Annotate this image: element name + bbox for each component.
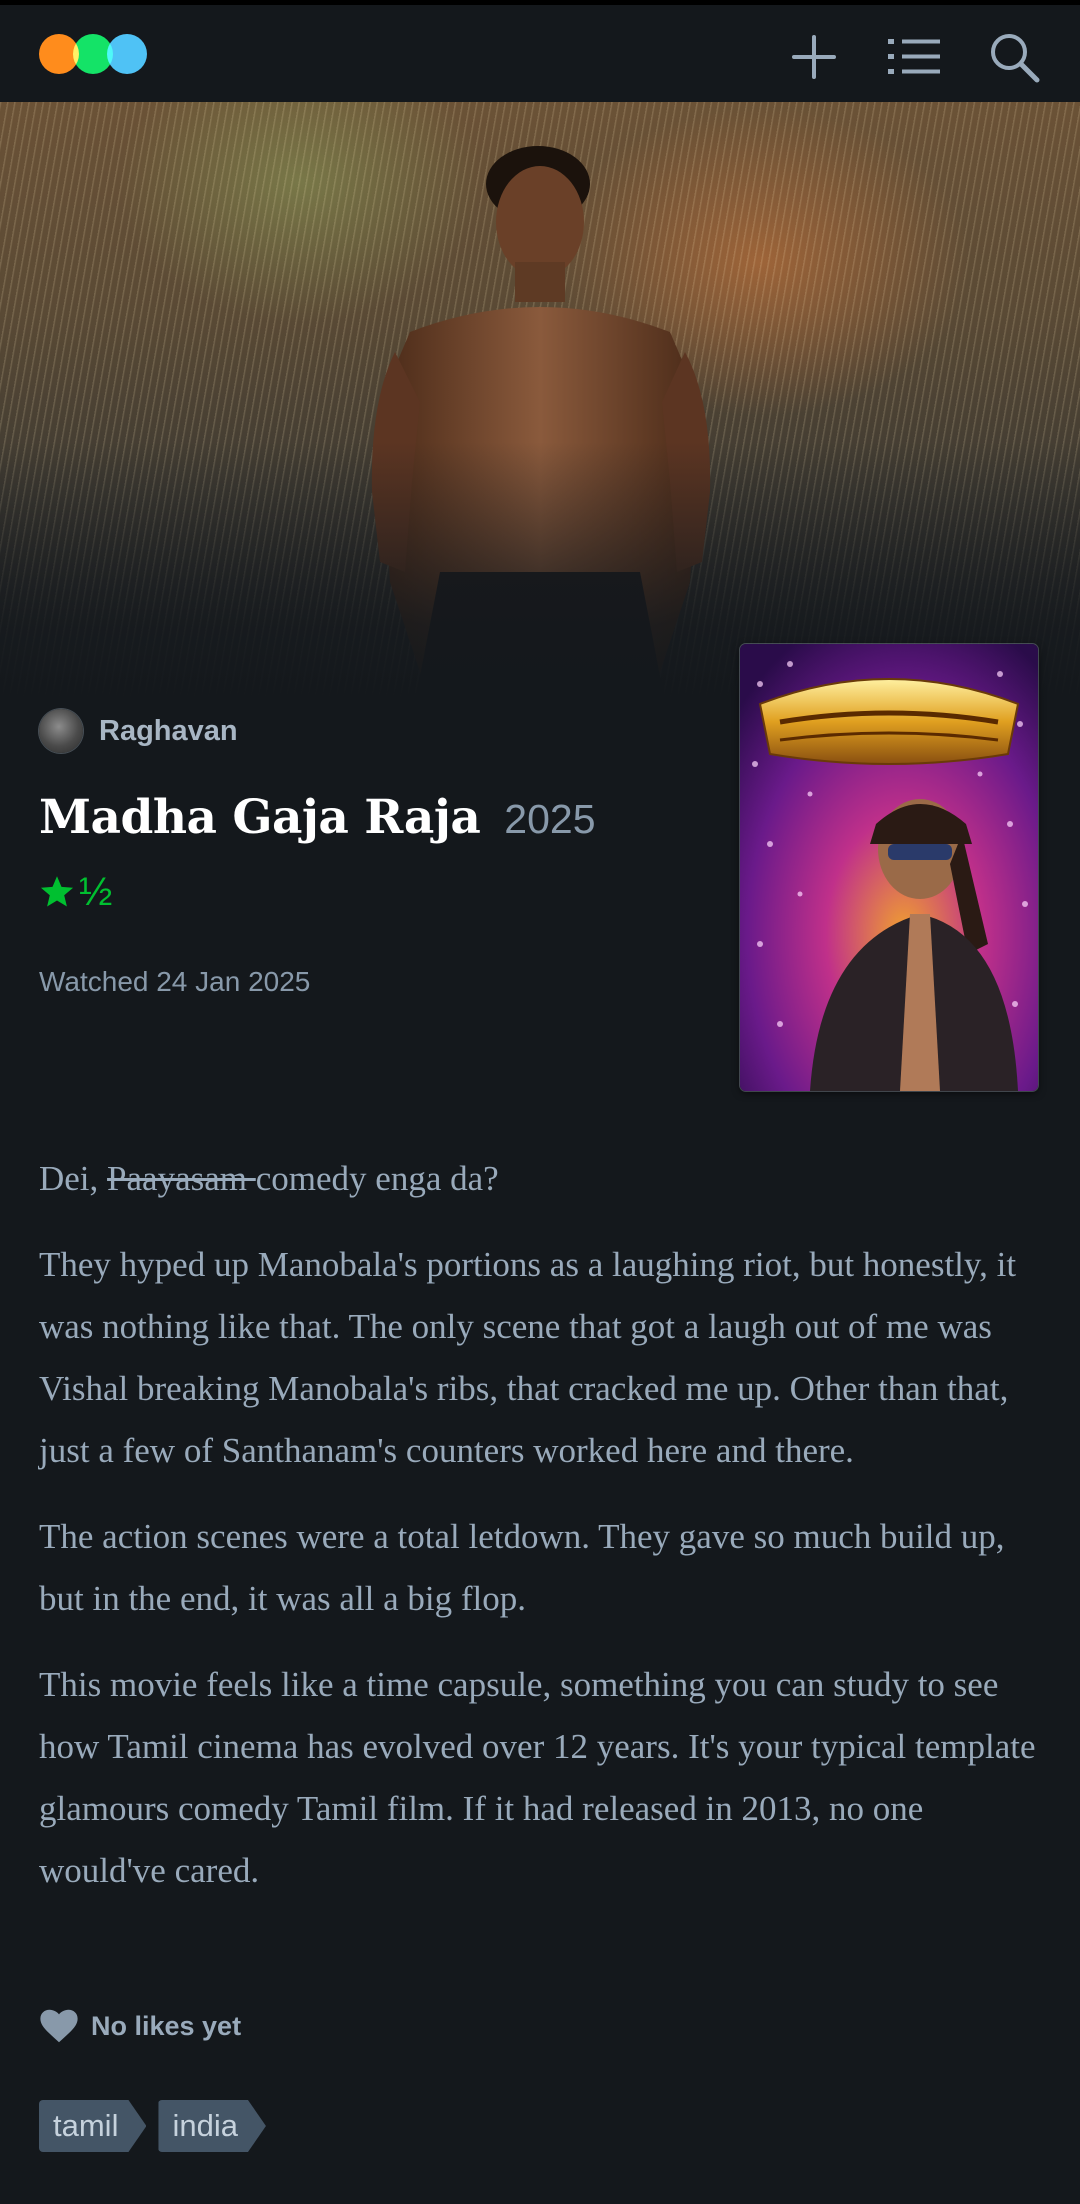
review-paragraph: This movie feels like a time capsule, so… [39, 1665, 1036, 1890]
review-opening: Dei, [39, 1159, 108, 1198]
avatar[interactable] [39, 709, 83, 753]
half-star: ½ [79, 870, 113, 914]
tag[interactable]: tamil [39, 2100, 146, 2152]
likes-row[interactable]: No likes yet [39, 2009, 241, 2043]
review-page: Raghavan Madha Gaja Raja 2025 ½ Watched … [0, 0, 1080, 2204]
film-year[interactable]: 2025 [504, 796, 595, 843]
letterboxd-logo[interactable] [39, 34, 147, 74]
film-poster[interactable] [740, 644, 1038, 1091]
list-icon[interactable] [886, 29, 942, 85]
review-opening-rest: comedy enga da? [255, 1159, 499, 1198]
backdrop-image [0, 102, 1080, 702]
watched-date: Watched 24 Jan 2025 [39, 966, 311, 997]
star-icon [40, 876, 74, 907]
top-nav-bar [0, 0, 1080, 102]
author-name[interactable]: Raghavan [99, 715, 238, 748]
review-paragraph: They hyped up Manobala's portions as a l… [39, 1245, 1017, 1470]
review-body: Dei, Paayasam comedy enga da? They hyped… [39, 1148, 1043, 1926]
search-icon[interactable] [986, 29, 1042, 85]
star-rating: ½ [39, 872, 112, 912]
heart-icon[interactable] [39, 2009, 79, 2043]
review-paragraph: Dei, Paayasam comedy enga da? [39, 1148, 1043, 1210]
tag[interactable]: india [158, 2100, 266, 2152]
add-icon[interactable] [786, 29, 842, 85]
logo-blue-dot [107, 34, 147, 74]
film-heading: Madha Gaja Raja 2025 [39, 790, 596, 845]
tag-list: tamil india [39, 2100, 278, 2152]
struck-text: Paayasam [107, 1159, 256, 1198]
film-title[interactable]: Madha Gaja Raja [39, 790, 481, 845]
review-author[interactable]: Raghavan [39, 708, 238, 754]
likes-label: No likes yet [91, 2010, 242, 2041]
review-paragraph: The action scenes were a total letdown. … [39, 1517, 1005, 1618]
